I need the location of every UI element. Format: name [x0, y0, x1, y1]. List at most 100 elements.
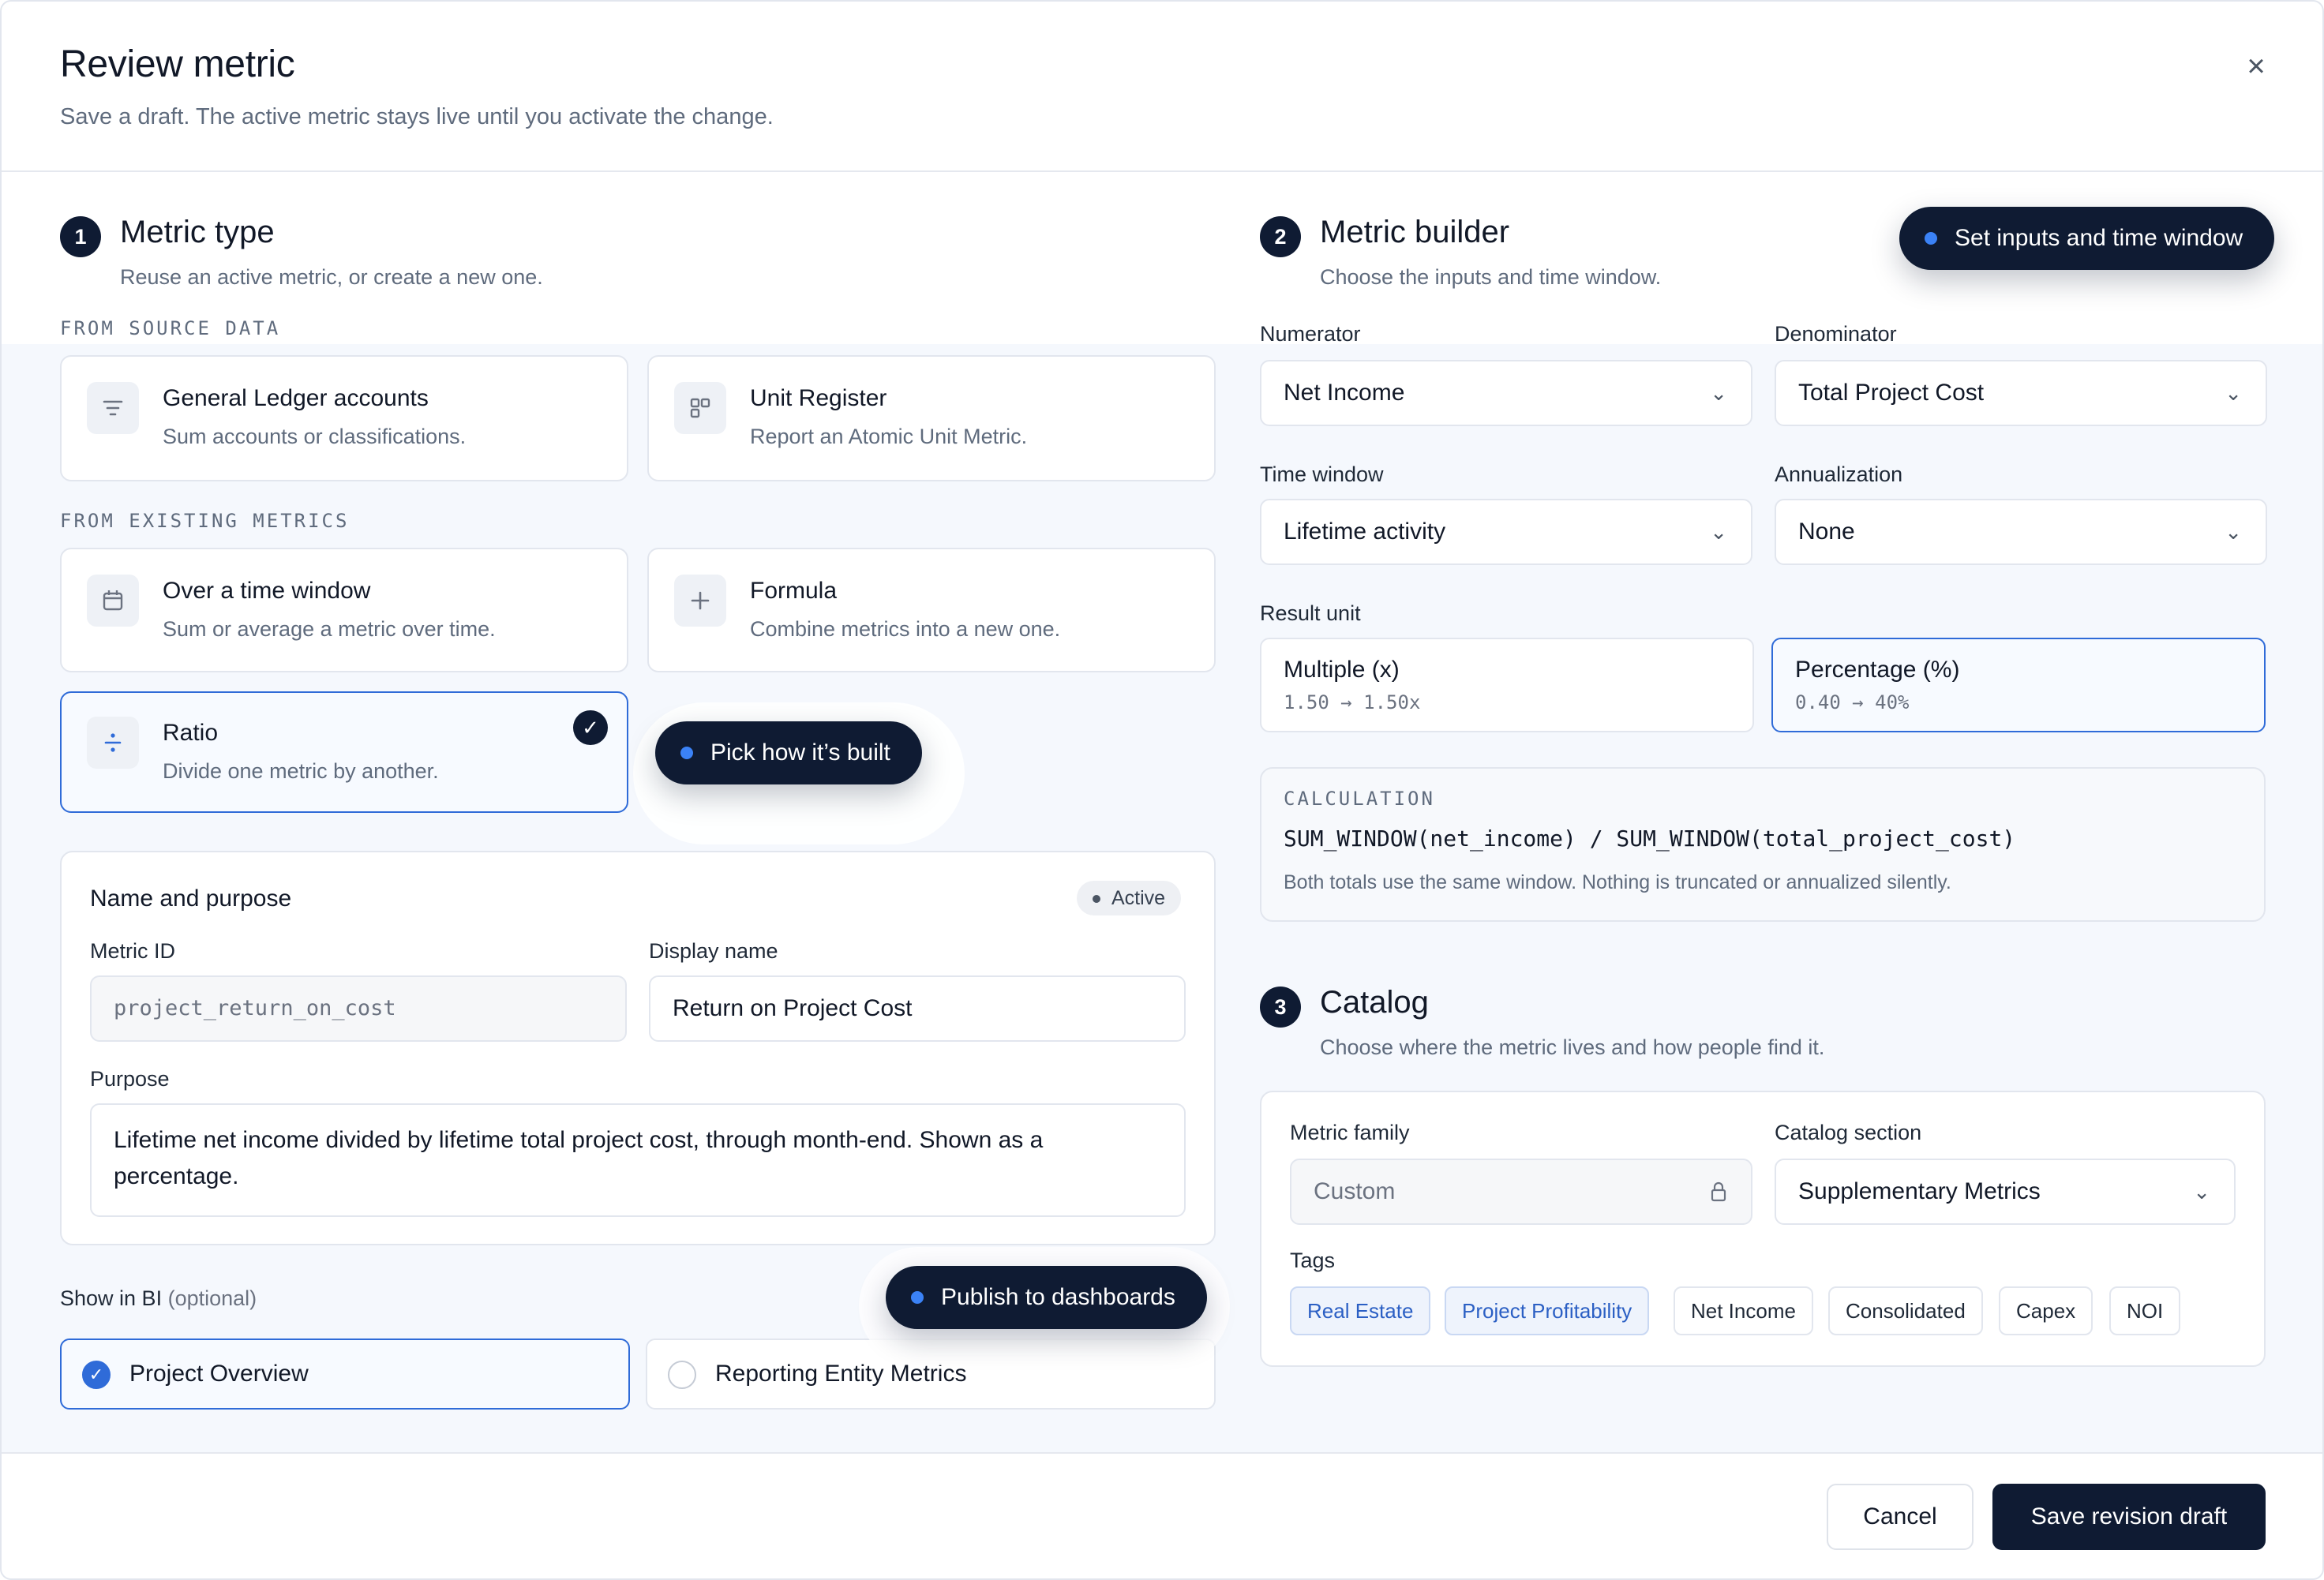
- hint-dot-icon: [911, 1291, 924, 1304]
- option-unit-register[interactable]: Unit Register Report an Atomic Unit Metr…: [647, 355, 1216, 481]
- hint-dot-icon: [1925, 232, 1937, 245]
- option-formula[interactable]: Formula Combine metrics into a new one.: [647, 548, 1216, 672]
- display-name-label: Display name: [649, 939, 778, 963]
- divide-icon: [87, 717, 139, 769]
- selected-check-icon: ✓: [573, 710, 608, 745]
- option-title: General Ledger accounts: [163, 385, 429, 411]
- step-2-badge: 2: [1260, 216, 1301, 257]
- group-label-existing: FROM EXISTING METRICS: [60, 510, 350, 532]
- catalog-section-label: Catalog section: [1775, 1121, 1922, 1144]
- tag-chip[interactable]: Capex: [1999, 1286, 2093, 1335]
- bi-option-project-overview[interactable]: ✓ Project Overview: [60, 1339, 630, 1410]
- hint-label: Publish to dashboards: [941, 1284, 1175, 1310]
- metric-builder-title: Metric builder: [1320, 215, 1510, 249]
- chevron-down-icon: ⌄: [2225, 520, 2242, 544]
- denominator-value: Total Project Cost: [1798, 380, 1985, 406]
- metric-id-label: Metric ID: [90, 939, 175, 963]
- unit-title: Percentage (%): [1795, 657, 1960, 683]
- time-window-value: Lifetime activity: [1284, 519, 1446, 545]
- calculation-label: CALCULATION: [1284, 788, 1435, 810]
- option-desc: Sum or average a metric over time.: [163, 617, 496, 641]
- tag-chip[interactable]: Consolidated: [1828, 1286, 1983, 1335]
- annualization-label: Annualization: [1775, 462, 1903, 486]
- option-title: Unit Register: [750, 385, 887, 411]
- hint-set-inputs[interactable]: Set inputs and time window: [1899, 207, 2275, 270]
- hint-pick-how-built[interactable]: Pick how it’s built: [655, 721, 922, 784]
- calculation-formula: SUM_WINDOW(net_income) / SUM_WINDOW(tota…: [1284, 826, 2016, 852]
- result-unit-label: Result unit: [1260, 601, 1361, 625]
- plus-icon: [674, 575, 726, 627]
- grid-icon: [674, 382, 726, 434]
- dialog-subtitle: Save a draft. The active metric stays li…: [60, 104, 774, 129]
- option-desc: Sum accounts or classifications.: [163, 425, 467, 448]
- status-label: Active: [1111, 887, 1166, 909]
- option-desc: Report an Atomic Unit Metric.: [750, 425, 1028, 448]
- display-name-input[interactable]: Return on Project Cost: [649, 975, 1186, 1042]
- step-1-badge: 1: [60, 216, 101, 257]
- unit-title: Multiple (x): [1284, 657, 1400, 683]
- hint-label: Set inputs and time window: [1955, 225, 2243, 251]
- unit-example: 1.50 → 1.50x: [1284, 691, 1421, 713]
- status-badge: Active: [1077, 881, 1182, 915]
- metric-type-title: Metric type: [120, 215, 275, 249]
- catalog-section-select[interactable]: Supplementary Metrics ⌄: [1775, 1159, 2236, 1225]
- close-icon[interactable]: ×: [2237, 47, 2275, 85]
- purpose-textarea[interactable]: Lifetime net income divided by lifetime …: [90, 1103, 1186, 1217]
- purpose-label: Purpose: [90, 1067, 170, 1091]
- unchecked-radio-icon: [668, 1361, 696, 1389]
- metric-id-field: project_return_on_cost: [90, 975, 627, 1042]
- name-purpose-title: Name and purpose: [90, 885, 292, 912]
- metric-family-label: Metric family: [1290, 1121, 1410, 1144]
- option-title: Formula: [750, 578, 838, 604]
- dialog-title: Review metric: [60, 43, 295, 85]
- chevron-down-icon: ⌄: [1710, 381, 1727, 405]
- chevron-down-icon: ⌄: [2225, 381, 2242, 405]
- group-label-source: FROM SOURCE DATA: [60, 317, 281, 339]
- metric-builder-subtitle: Choose the inputs and time window.: [1320, 265, 1662, 289]
- numerator-label: Numerator: [1260, 322, 1361, 346]
- step-3-badge: 3: [1260, 987, 1301, 1028]
- bi-label-text: Show in BI: [60, 1286, 163, 1310]
- option-ratio[interactable]: Ratio Divide one metric by another. ✓: [60, 691, 628, 813]
- review-metric-dialog: Review metric Save a draft. The active m…: [0, 0, 2324, 1580]
- chevron-down-icon: ⌄: [2193, 1180, 2210, 1204]
- denominator-select[interactable]: Total Project Cost ⌄: [1775, 360, 2267, 426]
- save-revision-draft-button[interactable]: Save revision draft: [1992, 1484, 2266, 1550]
- numerator-select[interactable]: Net Income ⌄: [1260, 360, 1752, 426]
- annualization-value: None: [1798, 519, 1855, 545]
- tag-chip[interactable]: Net Income: [1674, 1286, 1813, 1335]
- bi-option-label: Project Overview: [129, 1361, 309, 1387]
- annualization-select[interactable]: None ⌄: [1775, 499, 2267, 565]
- hint-dot-icon: [680, 747, 693, 759]
- option-title: Over a time window: [163, 578, 371, 604]
- option-general-ledger[interactable]: General Ledger accounts Sum accounts or …: [60, 355, 628, 481]
- unit-option-multiple[interactable]: Multiple (x) 1.50 → 1.50x: [1260, 638, 1754, 732]
- option-time-window[interactable]: Over a time window Sum or average a metr…: [60, 548, 628, 672]
- hint-label: Pick how it’s built: [710, 739, 890, 766]
- time-window-label: Time window: [1260, 462, 1384, 486]
- numerator-value: Net Income: [1284, 380, 1405, 406]
- catalog-subtitle: Choose where the metric lives and how pe…: [1320, 1035, 1825, 1059]
- checked-radio-icon: ✓: [82, 1361, 111, 1389]
- tag-chip[interactable]: Real Estate: [1290, 1286, 1431, 1335]
- metric-family-field: Custom: [1290, 1159, 1752, 1225]
- tag-chip[interactable]: Project Profitability: [1445, 1286, 1650, 1335]
- unit-option-percentage[interactable]: Percentage (%) 0.40 → 40%: [1771, 638, 2266, 732]
- time-window-select[interactable]: Lifetime activity ⌄: [1260, 499, 1752, 565]
- bi-optional: (optional): [167, 1286, 257, 1310]
- header-divider: [2, 170, 2322, 172]
- metric-type-subtitle: Reuse an active metric, or create a new …: [120, 265, 543, 289]
- tag-chip[interactable]: NOI: [2109, 1286, 2181, 1335]
- filter-icon: [87, 382, 139, 434]
- lock-icon: [1710, 1160, 1727, 1223]
- catalog-section-value: Supplementary Metrics: [1798, 1178, 2041, 1204]
- hint-publish-dashboards[interactable]: Publish to dashboards: [886, 1266, 1207, 1329]
- option-desc: Divide one metric by another.: [163, 759, 439, 783]
- footer-divider: [2, 1452, 2322, 1454]
- option-title: Ratio: [163, 720, 219, 746]
- bi-label: Show in BI (optional): [60, 1286, 257, 1311]
- cancel-button[interactable]: Cancel: [1827, 1484, 1974, 1550]
- option-desc: Combine metrics into a new one.: [750, 617, 1061, 641]
- calculation-note: Both totals use the same window. Nothing…: [1284, 871, 1951, 893]
- chevron-down-icon: ⌄: [1710, 520, 1727, 544]
